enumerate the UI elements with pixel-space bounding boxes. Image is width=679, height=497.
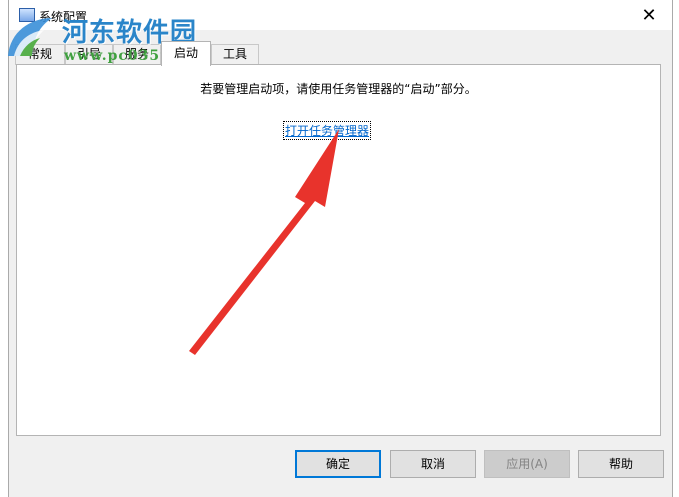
close-button[interactable]: ✕ <box>626 0 672 30</box>
apply-button[interactable]: 应用(A) <box>484 450 570 478</box>
red-arrow-annotation <box>189 129 339 355</box>
arrow-shape <box>189 129 339 355</box>
tab-tools[interactable]: 工具 <box>211 44 259 65</box>
tab-general[interactable]: 常规 <box>15 44 65 65</box>
startup-message: 若要管理启动项，请使用任务管理器的“启动”部分。 <box>200 82 477 96</box>
help-button[interactable]: 帮助 <box>578 450 664 478</box>
system-configuration-window: 系统配置 ✕ 常规 引导 服务 启动 工具 若要管理启动项，请使用任务管理器的“… <box>8 0 673 497</box>
tab-services[interactable]: 服务 <box>113 44 161 65</box>
title-bar[interactable]: 系统配置 ✕ <box>9 0 672 30</box>
ok-button[interactable]: 确定 <box>295 450 381 478</box>
tab-boot[interactable]: 引导 <box>65 44 113 65</box>
system-config-app-icon <box>19 8 35 22</box>
open-task-manager-link[interactable]: 打开任务管理器 <box>283 121 372 140</box>
cancel-button[interactable]: 取消 <box>390 450 476 478</box>
startup-tab-panel: 若要管理启动项，请使用任务管理器的“启动”部分。 打开任务管理器 <box>16 64 661 436</box>
tab-startup[interactable]: 启动 <box>161 41 211 66</box>
window-title: 系统配置 <box>39 10 88 24</box>
